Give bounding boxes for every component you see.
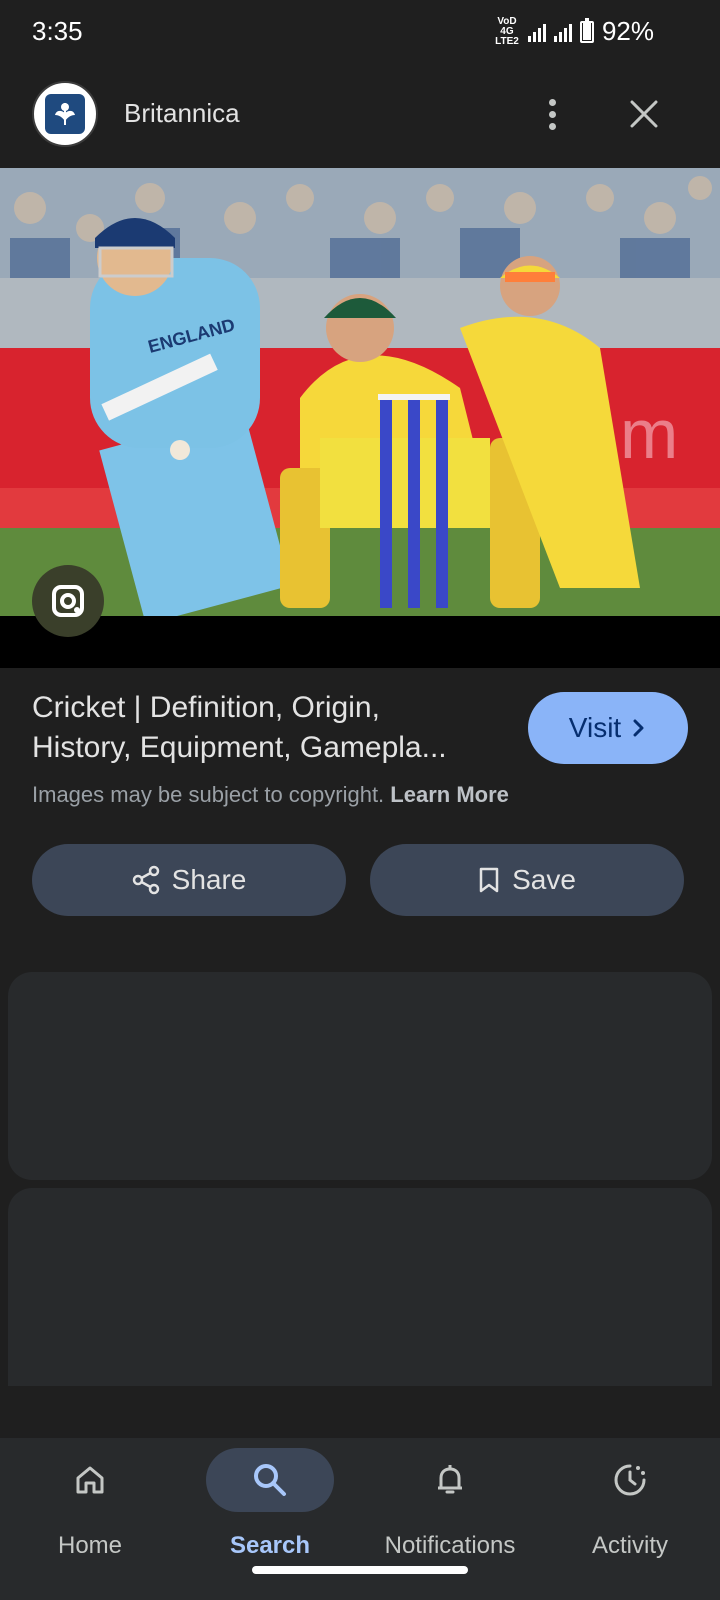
more-options-icon[interactable]: [530, 92, 574, 136]
status-bar: 3:35 VoD 4G LTE2 92%: [0, 0, 720, 66]
activity-icon: [566, 1448, 694, 1512]
gesture-bar[interactable]: [252, 1566, 468, 1574]
bookmark-icon: [479, 867, 499, 893]
nav-activity-label: Activity: [591, 1532, 668, 1559]
result-title-line2: History, Equipment, Gamepla...: [32, 731, 447, 764]
network-type-line1: VoD 4G: [497, 15, 517, 37]
nav-home[interactable]: Home: [0, 1438, 180, 1600]
svg-text:m: m: [620, 395, 678, 473]
share-icon: [132, 865, 159, 895]
nav-home-label: Home: [57, 1532, 123, 1559]
result-title[interactable]: Cricket | Definition, Origin, History, E…: [32, 688, 492, 768]
battery-percent: 92%: [601, 16, 654, 46]
home-icon: [26, 1448, 154, 1512]
related-card-placeholder: [8, 972, 712, 1180]
battery-icon: [579, 17, 594, 43]
visit-label: Visit: [568, 712, 622, 743]
nav-search[interactable]: Search: [180, 1438, 360, 1600]
bell-icon: [386, 1448, 514, 1512]
network-type: VoD 4G LTE2: [494, 15, 520, 47]
copyright-notice: Images may be subject to copyright. Lear…: [32, 782, 509, 808]
status-time: 3:35: [32, 16, 83, 46]
close-icon[interactable]: [622, 92, 666, 136]
learn-more-link[interactable]: Learn More: [390, 782, 509, 807]
search-icon: [206, 1448, 334, 1512]
signal-strength-2-icon: [553, 22, 572, 42]
nav-activity[interactable]: Activity: [540, 1438, 720, 1600]
result-title-line1: Cricket | Definition, Origin,: [32, 691, 380, 724]
signal-strength-icon: [527, 22, 546, 42]
save-label: Save: [512, 864, 576, 895]
source-header: Britannica: [0, 66, 720, 166]
image-letterbox: [0, 616, 720, 668]
nav-notifications-label: Notifications: [384, 1532, 516, 1559]
network-type-line2: LTE2: [495, 35, 519, 47]
site-name[interactable]: Britannica: [124, 98, 240, 129]
status-icons: VoD 4G LTE2 92%: [494, 16, 654, 47]
bottom-navigation: Home Search Notifications Activity: [0, 1438, 720, 1600]
chevron-right-icon: [633, 719, 644, 737]
nav-notifications[interactable]: Notifications: [360, 1438, 540, 1600]
result-image[interactable]: m ENGLAND: [0, 168, 720, 616]
save-button[interactable]: Save: [370, 844, 684, 916]
britannica-logo[interactable]: [32, 81, 98, 147]
copyright-text: Images may be subject to copyright.: [32, 782, 385, 807]
thistle-icon: [45, 94, 85, 134]
visit-button[interactable]: Visit: [528, 692, 688, 764]
nav-search-label: Search: [229, 1532, 311, 1559]
share-button[interactable]: Share: [32, 844, 346, 916]
share-label: Share: [171, 864, 247, 895]
related-card-placeholder: [8, 1188, 712, 1386]
lens-icon[interactable]: [32, 565, 104, 637]
